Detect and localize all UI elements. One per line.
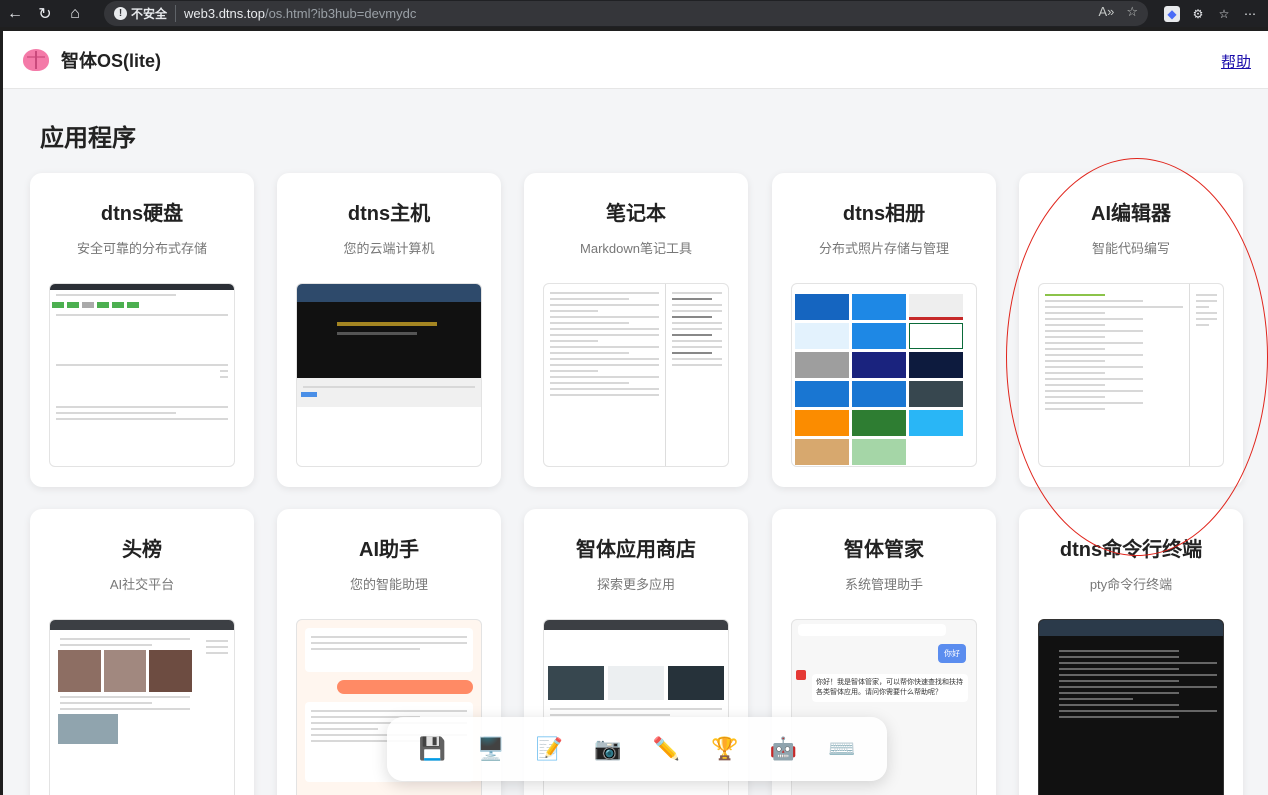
favorite-star-icon[interactable]: ☆ — [1126, 4, 1138, 20]
app-card-title: dtns主机 — [347, 203, 431, 225]
app-card-title: 笔记本 — [606, 203, 666, 225]
app-card-dtns-album[interactable]: dtns相册 分布式照片存储与管理 — [772, 173, 996, 487]
app-card-title: dtns命令行终端 — [1059, 539, 1203, 561]
trophy-icon[interactable]: 🏆 — [709, 733, 741, 765]
app-card-subtitle: 智能代码编写 — [1091, 241, 1170, 256]
app-card-title: dtns硬盘 — [100, 203, 184, 225]
app-card-subtitle: 分布式照片存储与管理 — [818, 241, 949, 256]
app-header: 智体OS(lite) 帮助 — [3, 31, 1268, 89]
app-card-toubang[interactable]: 头榜 AI社交平台 — [30, 509, 254, 795]
keyboard-icon[interactable]: ⌨️ — [826, 733, 858, 765]
app-preview-thumbnail — [49, 619, 235, 795]
read-aloud-icon[interactable]: A» — [1098, 4, 1114, 20]
camera-icon[interactable]: 📷 — [592, 733, 624, 765]
app-dock: 💾 🖥️ 📝 📷 ✏️ 🏆 🤖 ⌨️ — [387, 717, 887, 781]
page: 智体OS(lite) 帮助 应用程序 dtns硬盘 安全可靠的分布式存储 dtn… — [3, 31, 1268, 795]
monitor-icon[interactable]: 🖥️ — [475, 733, 507, 765]
app-card-title: 智体应用商店 — [576, 539, 696, 561]
app-card-dtns-drive[interactable]: dtns硬盘 安全可靠的分布式存储 — [30, 173, 254, 487]
app-card-title: AI助手 — [359, 539, 419, 561]
notepad-icon[interactable]: 📝 — [533, 733, 565, 765]
app-card-dtns-host[interactable]: dtns主机 您的云端计算机 — [277, 173, 501, 487]
help-link[interactable]: 帮助 — [1221, 51, 1251, 72]
app-card-terminal[interactable]: dtns命令行终端 pty命令行终端 — [1019, 509, 1243, 795]
robot-avatar-icon — [796, 670, 806, 680]
app-preview-thumbnail — [296, 283, 482, 467]
favorites-icon[interactable]: ☆ — [1216, 6, 1232, 22]
app-card-subtitle: 探索更多应用 — [596, 577, 675, 592]
warning-icon: ! — [114, 7, 127, 20]
app-preview-thumbnail — [791, 283, 977, 467]
app-preview-thumbnail — [543, 283, 729, 467]
app-title: 智体OS(lite) — [61, 50, 162, 71]
app-card-title: 智体管家 — [844, 539, 924, 561]
floppy-disk-icon[interactable]: 💾 — [416, 733, 448, 765]
app-card-title: 头榜 — [122, 539, 162, 561]
more-menu-icon[interactable]: ⋯ — [1242, 6, 1258, 22]
url-host: web3.dtns.top — [184, 6, 265, 21]
security-indicator[interactable]: ! 不安全 — [114, 5, 177, 22]
insecure-label: 不安全 — [131, 7, 168, 21]
extensions-puzzle-icon[interactable]: ⚙ — [1190, 6, 1206, 22]
app-card-ai-editor[interactable]: AI编辑器 智能代码编写 — [1019, 173, 1243, 487]
address-bar[interactable]: ! 不安全 web3.dtns.top/os.html?ib3hub=devmy… — [104, 1, 1148, 26]
reload-icon[interactable]: ↻ — [30, 0, 60, 27]
butler-reply-bubble: 你好！我是智体管家，可以帮你快速查找和扶持各类智体应用。请问你需要什么帮助呢？ — [812, 674, 968, 702]
app-card-title: AI编辑器 — [1091, 203, 1171, 225]
home-icon[interactable]: ⌂ — [60, 0, 90, 27]
app-card-title: dtns相册 — [842, 203, 926, 225]
app-card-subtitle: pty命令行终端 — [1089, 577, 1173, 592]
app-card-subtitle: 系统管理助手 — [844, 577, 923, 592]
app-preview-thumbnail — [1038, 283, 1224, 467]
app-preview-thumbnail — [1038, 619, 1224, 795]
app-preview-thumbnail — [49, 283, 235, 467]
url-path: /os.html?ib3hub=devmydc — [264, 6, 417, 21]
app-card-notebook[interactable]: 笔记本 Markdown笔记工具 — [524, 173, 748, 487]
butler-user-bubble: 你好 — [938, 644, 966, 663]
section-title: 应用程序 — [40, 125, 136, 152]
extension-icon[interactable]: ◆ — [1164, 5, 1180, 22]
robot-icon[interactable]: 🤖 — [767, 733, 799, 765]
brain-logo-icon — [23, 48, 49, 71]
app-card-subtitle: 您的智能助理 — [349, 577, 428, 592]
back-icon[interactable]: ← — [0, 0, 30, 27]
app-card-subtitle: 您的云端计算机 — [343, 241, 435, 256]
app-card-subtitle: Markdown笔记工具 — [580, 241, 692, 256]
app-card-subtitle: 安全可靠的分布式存储 — [76, 241, 207, 256]
app-card-subtitle: AI社交平台 — [109, 577, 175, 592]
pencil-icon[interactable]: ✏️ — [650, 733, 682, 765]
browser-toolbar: ← ↻ ⌂ ! 不安全 web3.dtns.top/os.html?ib3hub… — [0, 0, 1268, 27]
